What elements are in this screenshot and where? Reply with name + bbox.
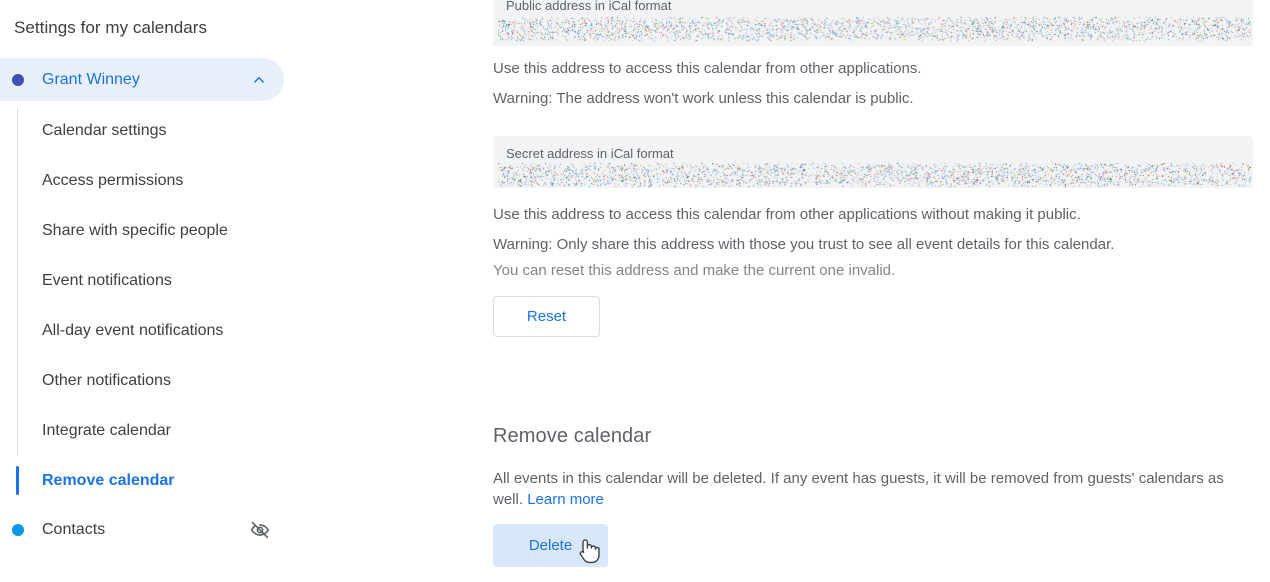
public-address-helper-text: Use this address to access this calendar…: [493, 60, 922, 77]
remove-calendar-description: All events in this calendar will be dele…: [493, 468, 1233, 510]
secret-address-warning-text: Warning: Only share this address with th…: [493, 236, 1115, 253]
public-address-label: Public address in iCal format: [506, 0, 672, 13]
public-address-field[interactable]: Public address in iCal format: [493, 0, 1253, 46]
settings-for-my-calendars-page: Settings for my calendars Grant Winney C…: [0, 0, 1270, 582]
delete-button[interactable]: Delete: [493, 524, 608, 567]
secret-address-label: Secret address in iCal format: [506, 146, 674, 161]
learn-more-link[interactable]: Learn more: [527, 491, 604, 508]
remove-calendar-section-title: Remove calendar: [493, 425, 652, 447]
public-address-warning-text: Warning: The address won't work unless t…: [493, 90, 914, 107]
public-address-value-redacted: [498, 16, 1251, 42]
settings-main-content: Public address in iCal format Use this a…: [0, 0, 1270, 582]
secret-address-note-text: You can reset this address and make the …: [493, 262, 896, 279]
secret-address-value-redacted: [498, 162, 1251, 188]
secret-address-helper-text: Use this address to access this calendar…: [493, 206, 1081, 223]
reset-button[interactable]: Reset: [493, 296, 600, 337]
secret-address-field[interactable]: Secret address in iCal format: [493, 136, 1253, 188]
